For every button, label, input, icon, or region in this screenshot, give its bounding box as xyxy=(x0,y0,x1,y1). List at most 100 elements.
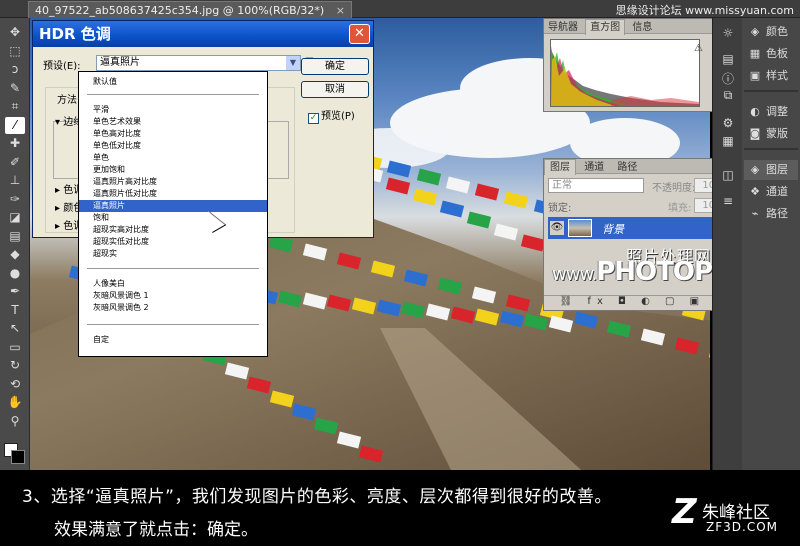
document-tab-bar: 40_97522_ab508637425c354.jpg @ 100%(RGB/… xyxy=(0,0,800,18)
stamp-icon[interactable]: ⊥ xyxy=(5,172,25,189)
dropdown-option[interactable]: 逼真照片 xyxy=(79,200,267,212)
dock-tool-icon[interactable]: ▦ xyxy=(720,134,736,150)
crop-icon[interactable]: ⌗ xyxy=(5,98,25,115)
cancel-button[interactable]: 取消 xyxy=(301,81,369,98)
marquee-icon[interactable]: ⬚ xyxy=(5,43,25,60)
3d-orbit-icon[interactable]: ⟲ xyxy=(5,376,25,393)
dropdown-option[interactable]: 超现实低对比度 xyxy=(79,236,267,248)
shape-icon[interactable]: ▭ xyxy=(5,339,25,356)
history-brush-icon[interactable]: ✑ xyxy=(5,191,25,208)
dock-tool-icon[interactable]: ⓘ xyxy=(720,70,736,86)
panel-adjustments[interactable]: ◐ 调整 xyxy=(744,102,798,122)
dropdown-option[interactable]: 灰暗风景调色 2 xyxy=(79,302,267,314)
panel-label: 路径 xyxy=(766,207,788,220)
tab-channels[interactable]: 通道 xyxy=(579,160,609,175)
tab-info[interactable]: 信息 xyxy=(628,20,656,35)
dropdown-separator xyxy=(87,324,259,325)
panel-swatches[interactable]: ▦ 色板 xyxy=(744,44,798,64)
dropdown-option[interactable]: 单色艺术效果 xyxy=(79,116,267,128)
close-icon[interactable]: ✕ xyxy=(349,24,370,44)
gradient-icon[interactable]: ▤ xyxy=(5,228,25,245)
layer-thumbnail xyxy=(568,219,592,237)
prayer-flag xyxy=(445,176,471,194)
histogram-svg xyxy=(551,46,699,106)
dropdown-option[interactable]: 单色高对比度 xyxy=(79,128,267,140)
zoom-icon[interactable]: ⚲ xyxy=(5,413,25,430)
layers-tabs: 图层 通道 路径 xyxy=(544,159,739,175)
layers-panel: 图层 通道 路径 正常 不透明度: 100% 锁定: 填充: 100% 👁 背景… xyxy=(543,158,800,311)
blur-icon[interactable]: ◆ xyxy=(5,246,25,263)
path-select-icon[interactable]: ↖ xyxy=(5,320,25,337)
collapsed-panels: ◈ 颜色 ▦ 色板 ▣ 样式 ◐ 调整 ◙ 蒙版 ◈ 图层 ❖ 通道 ⌁ 路径 xyxy=(742,18,800,470)
panel-paths[interactable]: ⌁ 路径 xyxy=(744,204,798,224)
pen-icon[interactable]: ✒ xyxy=(5,283,25,300)
tab-navigator[interactable]: 导航器 xyxy=(544,20,582,35)
type-icon[interactable]: T xyxy=(5,302,25,319)
move-icon[interactable]: ✥ xyxy=(5,24,25,41)
dropdown-option[interactable]: 单色 xyxy=(79,152,267,164)
dodge-icon[interactable]: ● xyxy=(5,265,25,282)
layers-footer-icons[interactable]: ⛓ fx ◘ ◐ ▢ ▣ 🗑 xyxy=(544,295,739,310)
dropdown-option[interactable]: 饱和 xyxy=(79,212,267,224)
dropdown-option[interactable]: 平滑 xyxy=(79,104,267,116)
panel-divider xyxy=(744,148,798,150)
eyedropper-icon[interactable]: ⁄ xyxy=(5,116,25,134)
eye-icon[interactable]: 👁 xyxy=(550,221,564,235)
document-tab[interactable]: 40_97522_ab508637425c354.jpg @ 100%(RGB/… xyxy=(28,1,352,18)
layer-row-background[interactable]: 👁 背景 🔒 xyxy=(548,217,734,239)
dropdown-option[interactable]: 默认值 xyxy=(79,76,267,88)
preview-checkbox[interactable]: ✓ 预览(P) xyxy=(308,107,355,124)
tab-histogram[interactable]: 直方图 xyxy=(585,19,626,35)
lasso-icon[interactable]: ↄ xyxy=(5,61,25,78)
prayer-flag xyxy=(412,188,437,206)
close-icon[interactable]: × xyxy=(336,4,345,17)
blend-mode-select[interactable]: 正常 xyxy=(548,178,644,193)
panel-divider xyxy=(744,90,798,92)
dropdown-separator xyxy=(87,268,259,269)
eraser-icon[interactable]: ◪ xyxy=(5,209,25,226)
panel-styles[interactable]: ▣ 样式 xyxy=(744,66,798,86)
ok-button[interactable]: 确定 xyxy=(301,58,369,75)
panel-label: 调整 xyxy=(766,105,788,118)
dock-tool-icon[interactable]: ⧉ xyxy=(720,88,736,104)
dropdown-option[interactable]: 自定 xyxy=(79,334,267,346)
preset-select[interactable]: 逼真照片 ▼ xyxy=(96,55,301,71)
chevron-down-icon[interactable]: ▼ xyxy=(286,56,300,70)
panel-masks[interactable]: ◙ 蒙版 xyxy=(744,124,798,144)
dropdown-option[interactable]: 逼真照片低对比度 xyxy=(79,188,267,200)
brush-icon[interactable]: ✐ xyxy=(5,154,25,171)
panel-label: 色板 xyxy=(766,47,788,60)
hand-icon[interactable]: ✋ xyxy=(5,394,25,411)
prayer-flag xyxy=(475,183,500,201)
tab-layers[interactable]: 图层 xyxy=(544,159,576,175)
paths-icon: ⌁ xyxy=(751,207,759,220)
logo-domain: ZF3D.COM xyxy=(706,520,778,534)
checkbox-check-icon[interactable]: ✓ xyxy=(308,113,319,124)
background-color-swatch[interactable] xyxy=(11,450,25,464)
dropdown-option[interactable]: 单色低对比度 xyxy=(79,140,267,152)
dropdown-option[interactable]: 逼真照片高对比度 xyxy=(79,176,267,188)
tab-paths[interactable]: 路径 xyxy=(612,160,642,175)
dropdown-option[interactable]: 更加饱和 xyxy=(79,164,267,176)
dock-tool-icon[interactable]: ☼ xyxy=(720,26,736,42)
panel-channels[interactable]: ❖ 通道 xyxy=(744,182,798,202)
3d-rotate-icon[interactable]: ↻ xyxy=(5,357,25,374)
dock-tool-icon[interactable]: ▤ xyxy=(720,52,736,68)
healing-icon[interactable]: ✚ xyxy=(5,135,25,152)
dock-tool-icon[interactable]: ◫ xyxy=(720,168,736,184)
preset-label: 预设(E): xyxy=(43,61,81,72)
dropdown-option[interactable]: 灰暗风景调色 1 xyxy=(79,290,267,302)
quick-select-icon[interactable]: ✎ xyxy=(5,80,25,97)
warning-icon[interactable]: ⚠ xyxy=(694,43,703,54)
dock-tool-icon[interactable]: ⚙ xyxy=(720,116,736,132)
panel-color[interactable]: ◈ 颜色 xyxy=(744,22,798,42)
dock-tool-icon[interactable]: ≡ xyxy=(720,194,736,210)
prayer-flag xyxy=(493,223,518,241)
dropdown-option[interactable]: 人像美白 xyxy=(79,278,267,290)
dropdown-option[interactable]: 超现实高对比度 xyxy=(79,224,267,236)
dialog-title: HDR 色调 xyxy=(33,21,373,47)
panel-layers[interactable]: ◈ 图层 xyxy=(744,160,798,180)
histogram-tabs: 导航器 直方图 信息 xyxy=(544,19,712,35)
dropdown-option[interactable]: 超现实 xyxy=(79,248,267,260)
opacity-label: 不透明度: xyxy=(652,183,696,194)
